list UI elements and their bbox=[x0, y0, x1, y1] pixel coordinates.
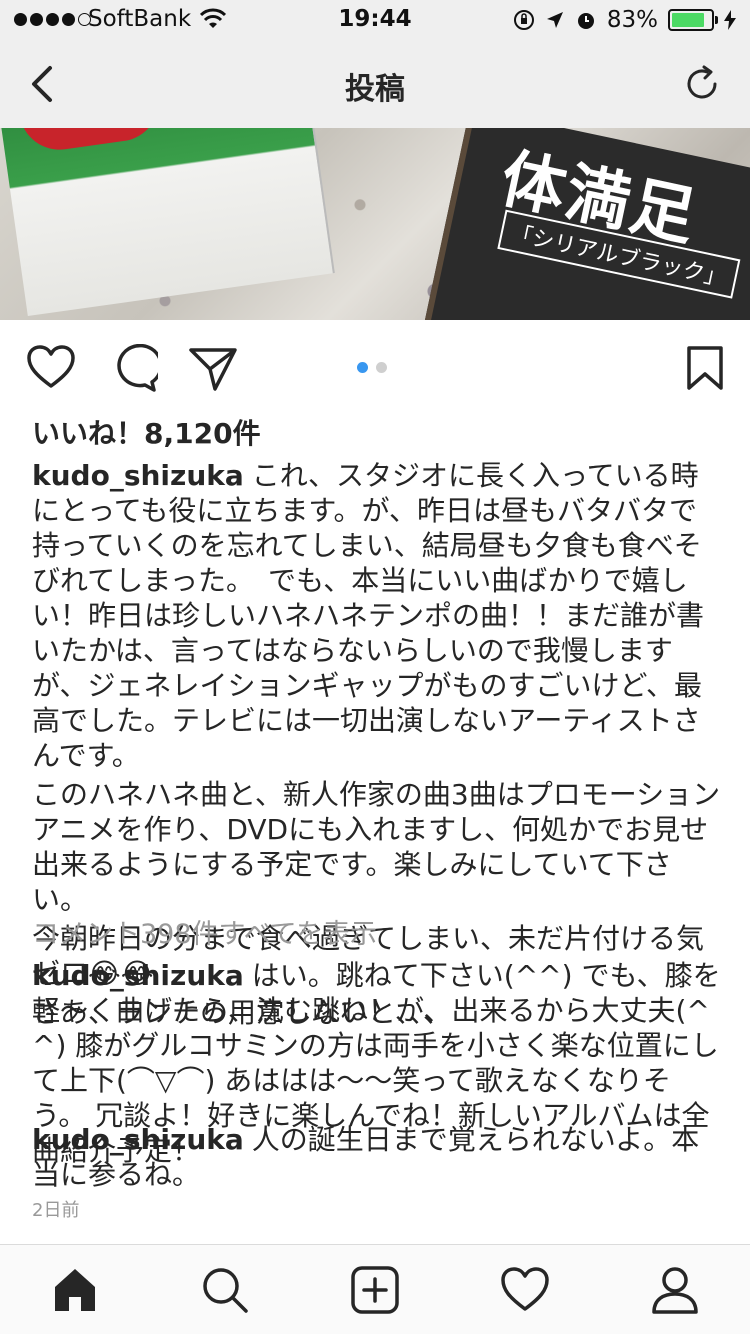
post-timestamp: 2日前 bbox=[32, 1200, 80, 1221]
battery-percent: 83% bbox=[606, 7, 658, 33]
rotation-lock-icon bbox=[513, 10, 534, 30]
comment-username[interactable]: kudo_shizuka bbox=[32, 959, 244, 992]
heart-icon[interactable] bbox=[26, 344, 76, 392]
alarm-icon bbox=[577, 13, 594, 29]
caption-username[interactable]: kudo_shizuka bbox=[32, 459, 244, 492]
add-post-icon[interactable] bbox=[350, 1265, 400, 1315]
comment-item: kudo_shizuka 人の誕生日まで覚えられないよ。本当に参るね。 bbox=[32, 1122, 722, 1192]
battery-icon bbox=[668, 9, 718, 31]
comment-username[interactable]: kudo_shizuka bbox=[32, 1123, 244, 1156]
charging-icon bbox=[724, 10, 736, 30]
activity-heart-icon[interactable] bbox=[500, 1265, 550, 1315]
caption-text-1: これ、スタジオに長く入っている時にとっても役に立ちます。が、昨日は昼もバタバタで… bbox=[32, 459, 705, 772]
send-icon[interactable] bbox=[188, 344, 238, 392]
profile-icon[interactable] bbox=[650, 1265, 700, 1315]
navigation-bar: 投稿 bbox=[0, 40, 750, 128]
post-actions bbox=[0, 320, 750, 416]
photo-snack-package: 体満足 「シリアルブラック」 bbox=[411, 128, 750, 320]
likes-count[interactable]: いいね！8,120件 bbox=[32, 412, 261, 452]
carousel-dot-active bbox=[357, 362, 368, 373]
comment-icon[interactable] bbox=[108, 344, 158, 392]
refresh-icon[interactable] bbox=[682, 64, 722, 104]
search-icon[interactable] bbox=[200, 1265, 250, 1315]
view-all-comments-link[interactable]: コメント398件すべてを表示 bbox=[32, 912, 377, 951]
carousel-dot bbox=[376, 362, 387, 373]
post-photo[interactable]: 体満足 「シリアルブラック」 bbox=[0, 128, 750, 320]
home-icon[interactable] bbox=[50, 1265, 100, 1315]
status-bar: SoftBank 19:44 83% bbox=[0, 0, 750, 40]
photo-box-left bbox=[0, 128, 335, 317]
tab-bar bbox=[0, 1244, 750, 1334]
bookmark-icon[interactable] bbox=[680, 344, 730, 392]
page-title: 投稿 bbox=[345, 72, 405, 107]
carousel-indicator bbox=[357, 362, 387, 373]
caption-text-2: このハネハネ曲と、新人作家の曲3曲はプロモーションアニメを作り、DVDにも入れま… bbox=[32, 778, 721, 916]
location-icon bbox=[546, 12, 563, 28]
